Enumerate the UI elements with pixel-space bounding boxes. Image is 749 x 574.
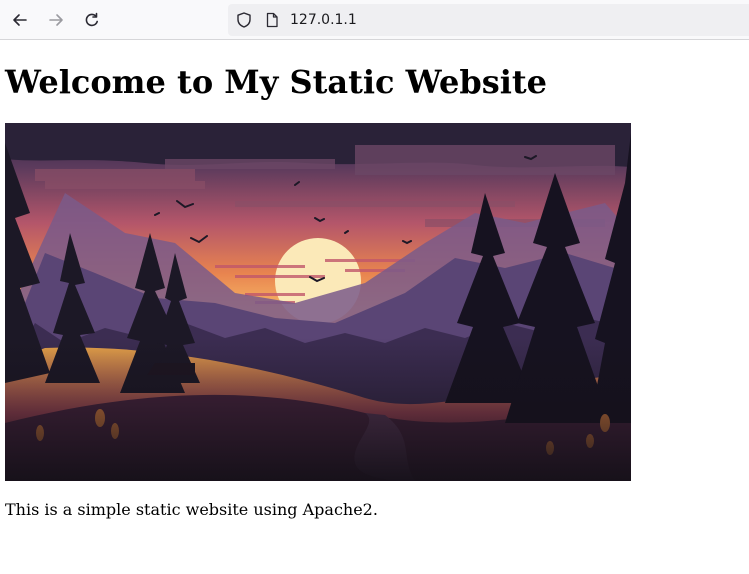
hero-image — [5, 123, 631, 481]
arrow-right-icon — [49, 14, 63, 26]
address-bar[interactable]: 127.0.1.1 — [228, 4, 749, 36]
body-text: This is a simple static website using Ap… — [5, 500, 378, 519]
shield-icon[interactable] — [235, 11, 253, 29]
page-icon[interactable] — [264, 12, 280, 28]
landscape-illustration — [5, 123, 631, 481]
reload-button[interactable] — [78, 6, 106, 34]
page-heading: Welcome to My Static Website — [5, 63, 548, 101]
back-button[interactable] — [6, 6, 34, 34]
browser-toolbar: 127.0.1.1 — [0, 0, 749, 40]
reload-icon — [85, 12, 98, 27]
url-text[interactable]: 127.0.1.1 — [290, 11, 357, 29]
forward-button[interactable] — [42, 6, 70, 34]
arrow-left-icon — [13, 14, 27, 26]
